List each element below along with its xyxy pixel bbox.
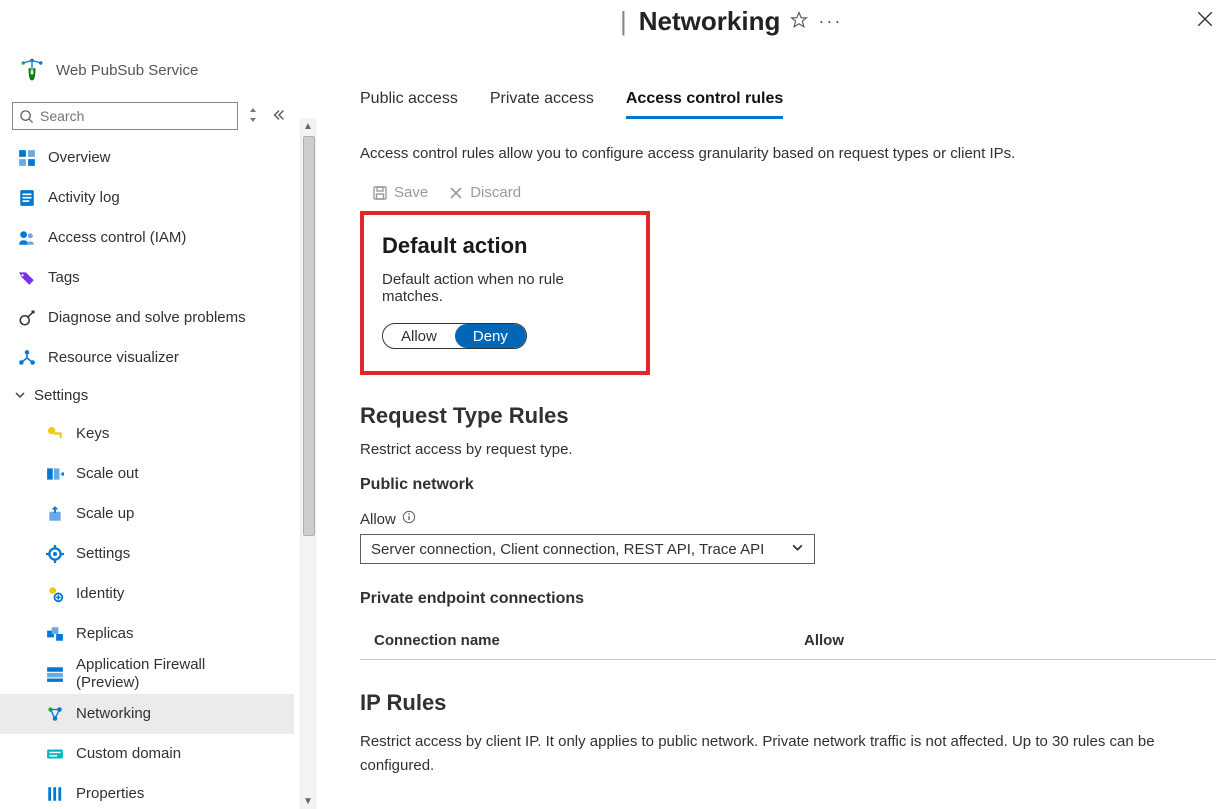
diagnose-icon: [18, 309, 36, 327]
nav-replicas[interactable]: Replicas: [0, 614, 294, 654]
nav-access-control[interactable]: Access control (IAM): [0, 218, 294, 258]
request-type-title: Request Type Rules: [360, 403, 1216, 429]
service-icon: [18, 56, 46, 84]
scale-up-icon: [46, 505, 64, 523]
discard-label: Discard: [470, 184, 521, 201]
sidebar-scrollbar[interactable]: ▲ ▼: [300, 118, 316, 809]
default-action-desc: Default action when no rule matches.: [382, 271, 628, 305]
toolbar: Save Discard: [372, 184, 1216, 201]
chevron-down-icon: [791, 541, 804, 558]
default-action-highlight: Default action Default action when no ru…: [360, 211, 650, 375]
save-label: Save: [394, 184, 428, 201]
nav-settings[interactable]: Settings: [0, 534, 294, 574]
dropdown-value: Server connection, Client connection, RE…: [371, 541, 764, 558]
tags-icon: [18, 269, 36, 287]
nav-keys[interactable]: Keys: [0, 414, 294, 454]
default-action-toggle[interactable]: Allow Deny: [382, 323, 527, 349]
blade-header: | Networking ···: [0, 0, 1232, 44]
properties-icon: [46, 785, 64, 803]
nav-custom-domain[interactable]: Custom domain: [0, 734, 294, 774]
iam-icon: [18, 229, 36, 247]
service-name: Web PubSub Service: [56, 62, 198, 79]
settings-gear-icon: [46, 545, 64, 563]
main-content: Public access Private access Access cont…: [316, 44, 1232, 809]
nav-app-firewall[interactable]: Application Firewall (Preview): [0, 654, 294, 694]
replicas-icon: [46, 625, 64, 643]
discard-button[interactable]: Discard: [448, 184, 521, 201]
keys-icon: [46, 425, 64, 443]
identity-icon: [46, 585, 64, 603]
overview-icon: [18, 149, 36, 167]
public-network-heading: Public network: [360, 476, 1216, 494]
scale-out-icon: [46, 465, 64, 483]
sidebar: Web PubSub Service Overview: [0, 44, 296, 809]
firewall-icon: [46, 665, 64, 683]
nav-tags[interactable]: Tags: [0, 258, 294, 298]
ip-rules-desc: Restrict access by client IP. It only ap…: [360, 730, 1216, 778]
visualizer-icon: [18, 349, 36, 367]
save-button[interactable]: Save: [372, 184, 428, 201]
default-action-title: Default action: [382, 233, 628, 259]
nav-scale-out[interactable]: Scale out: [0, 454, 294, 494]
nav-activity-log[interactable]: Activity log: [0, 178, 294, 218]
tab-private-access[interactable]: Private access: [490, 90, 594, 119]
tab-row: Public access Private access Access cont…: [360, 90, 1216, 119]
search-input[interactable]: [38, 107, 231, 125]
service-header: Web PubSub Service: [0, 44, 296, 102]
nav-identity[interactable]: Identity: [0, 574, 294, 614]
nav-properties[interactable]: Properties: [0, 774, 294, 809]
tab-description: Access control rules allow you to config…: [360, 145, 1216, 162]
allow-dropdown[interactable]: Server connection, Client connection, RE…: [360, 534, 815, 564]
allow-label: Allow: [360, 511, 396, 528]
request-type-desc: Restrict access by request type.: [360, 441, 1216, 458]
custom-domain-icon: [46, 745, 64, 763]
nav-group-settings[interactable]: Settings: [0, 378, 294, 414]
tab-access-control-rules[interactable]: Access control rules: [626, 90, 783, 119]
collapse-sidebar-icon[interactable]: [268, 108, 290, 125]
nav-networking[interactable]: Networking: [0, 694, 294, 734]
sort-toggle-icon[interactable]: [244, 107, 262, 126]
col-connection-name: Connection name: [374, 632, 804, 649]
page-title: Networking: [639, 6, 781, 37]
toggle-allow[interactable]: Allow: [383, 324, 455, 348]
close-button[interactable]: [1196, 10, 1214, 31]
ip-rules-title: IP Rules: [360, 690, 1216, 716]
nav-list: Overview Activity log Access control (IA…: [0, 138, 296, 809]
nav-overview[interactable]: Overview: [0, 138, 294, 178]
nav-scale-up[interactable]: Scale up: [0, 494, 294, 534]
nav-resource-visualizer[interactable]: Resource visualizer: [0, 338, 294, 378]
activity-log-icon: [18, 189, 36, 207]
chevron-down-icon: [14, 388, 26, 405]
endpoint-table-header: Connection name Allow: [360, 620, 1216, 660]
title-separator: |: [620, 6, 627, 37]
more-actions-icon[interactable]: ···: [818, 11, 842, 32]
networking-icon: [46, 705, 64, 723]
info-icon[interactable]: [402, 510, 416, 528]
sidebar-search[interactable]: [12, 102, 238, 130]
favorite-star-icon[interactable]: [790, 11, 808, 32]
nav-diagnose[interactable]: Diagnose and solve problems: [0, 298, 294, 338]
toggle-deny[interactable]: Deny: [455, 324, 526, 348]
tab-public-access[interactable]: Public access: [360, 90, 458, 119]
private-endpoint-title: Private endpoint connections: [360, 590, 1216, 608]
col-allow: Allow: [804, 632, 1216, 649]
